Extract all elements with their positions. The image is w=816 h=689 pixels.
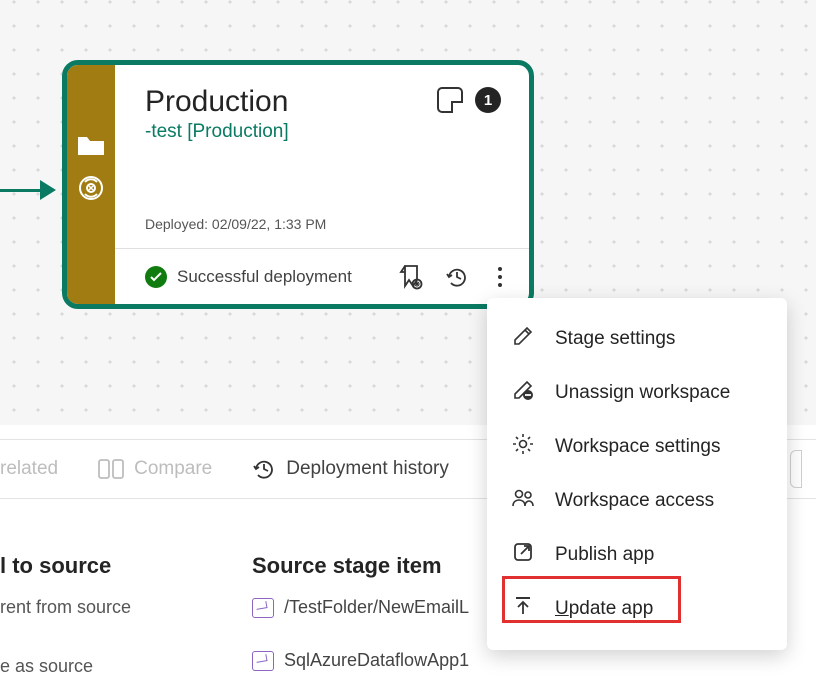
stage-card-sidebar <box>67 65 115 304</box>
gear-icon <box>511 432 535 462</box>
stage-deployed-timestamp: Deployed: 02/09/22, 1:33 PM <box>145 216 326 232</box>
toolbar-deployment-history[interactable]: Deployment history <box>252 457 449 481</box>
menu-workspace-access[interactable]: Workspace access <box>487 474 787 528</box>
count-badge[interactable]: 1 <box>475 87 501 113</box>
pencil-icon <box>511 324 535 354</box>
menu-update-app[interactable]: Update app <box>487 582 787 636</box>
connector-arrow <box>0 180 60 200</box>
rules-icon[interactable] <box>399 264 423 290</box>
deployment-status-text: Successful deployment <box>177 267 389 287</box>
menu-item-label: Workspace settings <box>555 436 720 458</box>
menu-unassign-workspace[interactable]: Unassign workspace <box>487 366 787 420</box>
menu-workspace-settings[interactable]: Workspace settings <box>487 420 787 474</box>
row-e-as-source: e as source <box>0 656 131 677</box>
menu-item-label: Unassign workspace <box>555 382 730 404</box>
menu-item-label: Workspace access <box>555 490 714 512</box>
source-item-row-2[interactable]: SqlAzureDataflowApp1 <box>252 650 469 671</box>
people-icon <box>511 486 535 516</box>
stage-subtitle: -test [Production] <box>145 121 499 143</box>
stage-card-footer: Successful deployment <box>115 248 529 304</box>
menu-stage-settings[interactable]: Stage settings <box>487 312 787 366</box>
toolbar-right-control[interactable] <box>790 450 802 488</box>
stage-card-production[interactable]: Production -test [Production] Deployed: … <box>62 60 534 309</box>
dataflow-folder-icon <box>252 598 274 618</box>
note-icon[interactable] <box>437 87 463 113</box>
stage-context-menu: Stage settings Unassign workspace Worksp… <box>487 298 787 650</box>
menu-publish-app[interactable]: Publish app <box>487 528 787 582</box>
more-options-button[interactable] <box>491 263 509 291</box>
dataflow-folder-icon <box>252 651 274 671</box>
menu-item-label: Update app <box>555 598 653 620</box>
column-header-to-source: l to source <box>0 553 131 579</box>
success-icon <box>145 266 167 288</box>
toolbar-compare: Compare <box>98 458 212 480</box>
menu-item-label: Publish app <box>555 544 654 566</box>
row-rent-from-source: rent from source <box>0 597 131 618</box>
menu-item-label: Stage settings <box>555 328 675 350</box>
history-icon[interactable] <box>445 265 469 289</box>
column-header-source-stage-item: Source stage item <box>252 553 469 579</box>
source-item-row-1[interactable]: /TestFolder/NewEmailL <box>252 597 469 618</box>
upload-icon <box>511 594 535 624</box>
unassign-icon <box>511 378 535 408</box>
folder-icon <box>78 137 104 157</box>
toolbar-related: related <box>0 458 58 480</box>
sync-cancel-icon <box>78 175 104 201</box>
external-icon <box>511 540 535 570</box>
